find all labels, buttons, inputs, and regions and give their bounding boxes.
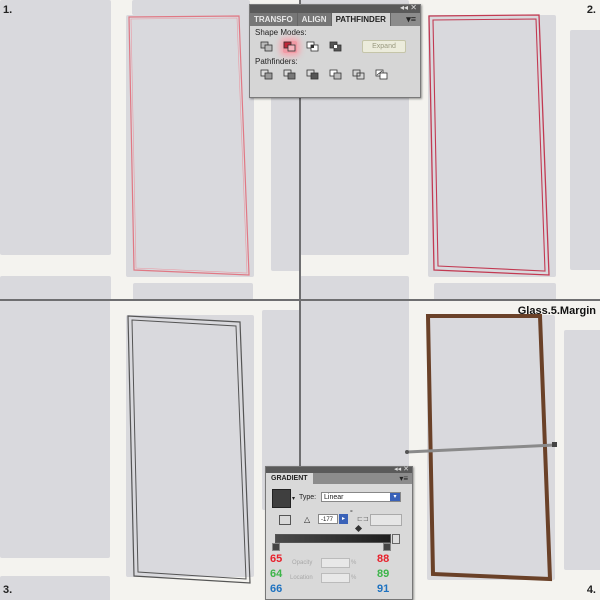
location-label: Location — [290, 575, 313, 581]
minus-front-button[interactable] — [283, 40, 297, 53]
type-value: Linear — [324, 494, 344, 501]
horizontal-divider — [0, 299, 600, 301]
selection-outline — [128, 15, 250, 276]
minus-front-icon — [283, 41, 296, 51]
minus-back-icon — [375, 69, 388, 80]
aspect-ratio-icon: ⊏⊐ — [357, 516, 369, 523]
crop-icon — [329, 69, 342, 80]
shape-modes-row: Expand — [260, 40, 415, 53]
outline-icon — [352, 69, 365, 80]
degree-symbol: ° — [350, 510, 353, 517]
aspect-ratio-input[interactable] — [370, 514, 402, 526]
step-3-outline — [127, 315, 251, 584]
inner-path — [131, 319, 247, 580]
type-label: Type: — [299, 494, 317, 501]
right-stop-r: 88 — [377, 553, 390, 565]
tutorial-canvas: 1. 2. 3. 4. Glass.5.Margin ◂◂ ✕ TRANSFO … — [0, 0, 600, 600]
gradient-panel: ◂◂ ✕ GRADIENT ▾≡ ▾ Type: Linear ▾ △ -177… — [265, 466, 413, 600]
pathfinders-label: Pathfinders: — [255, 57, 298, 66]
location-input[interactable] — [321, 573, 350, 583]
gradient-stop-left[interactable] — [272, 543, 280, 551]
location-percent: % — [351, 575, 357, 581]
gradient-end-handle[interactable] — [552, 442, 557, 447]
angle-icon: △ — [304, 515, 311, 524]
type-select[interactable]: Linear ▾ — [321, 492, 401, 502]
step-number: 1. — [3, 4, 13, 16]
step-3-panel: 3. — [0, 300, 300, 600]
angle-input[interactable]: -177 — [318, 514, 338, 524]
tab-gradient[interactable]: GRADIENT — [266, 473, 313, 484]
opacity-input[interactable] — [321, 558, 350, 568]
outline-button[interactable] — [352, 69, 366, 81]
angle-dropdown-icon[interactable]: ▸ — [339, 514, 348, 524]
trim-icon — [283, 69, 296, 80]
left-stop-g: 64 — [270, 568, 283, 580]
collapse-close-icon[interactable]: ◂◂ ✕ — [400, 3, 417, 12]
gradient-slider[interactable] — [275, 534, 391, 543]
crop-button[interactable] — [329, 69, 343, 81]
exclude-button[interactable] — [329, 41, 343, 53]
collapse-close-icon[interactable]: ◂◂ ✕ — [394, 465, 409, 473]
divide-icon — [260, 69, 273, 80]
right-stop-g: 89 — [377, 568, 390, 580]
outer-path — [127, 315, 251, 584]
unite-icon — [260, 41, 273, 51]
panel-menu-icon[interactable]: ▾≡ — [402, 13, 420, 26]
tab-pathfinder[interactable]: PATHFINDER — [331, 13, 391, 26]
minus-back-button[interactable] — [375, 69, 389, 81]
intersect-button[interactable] — [306, 41, 320, 53]
intersect-icon — [306, 41, 319, 51]
merge-icon — [306, 69, 319, 80]
panel-titlebar[interactable]: ◂◂ ✕ — [266, 465, 412, 473]
tab-transform[interactable]: TRANSFO — [250, 13, 298, 26]
pathfinder-body: Shape Modes: Expand Pathfinders: — [250, 26, 420, 87]
opacity-label: Opacity — [292, 560, 313, 566]
outer-path — [428, 14, 550, 276]
swatch-dropdown-icon[interactable]: ▾ — [292, 495, 295, 502]
chevron-down-icon[interactable]: ▾ — [390, 493, 400, 501]
left-stop-r: 65 — [270, 553, 283, 565]
caption: Glass.5.Margin — [517, 305, 596, 317]
trim-button[interactable] — [283, 69, 297, 81]
gradient-stop-right[interactable] — [383, 543, 391, 551]
merge-button[interactable] — [306, 69, 320, 81]
midpoint-diamond[interactable] — [354, 524, 363, 533]
step-number: 4. — [586, 584, 596, 596]
exclude-icon — [329, 41, 342, 51]
expand-button[interactable]: Expand — [362, 40, 406, 53]
opacity-percent: % — [351, 560, 357, 566]
shape-modes-label: Shape Modes: — [255, 28, 307, 37]
unite-button[interactable] — [260, 41, 274, 53]
right-stop-b: 91 — [377, 583, 390, 595]
gradient-swatch[interactable] — [272, 489, 291, 508]
step-number: 2. — [586, 4, 596, 16]
divide-button[interactable] — [260, 69, 274, 81]
panel-tabs: GRADIENT ▾≡ — [266, 473, 412, 484]
delete-stop-icon[interactable] — [392, 534, 400, 544]
left-stop-b: 66 — [270, 583, 283, 595]
reverse-gradient-icon[interactable] — [279, 515, 291, 525]
step-number: 3. — [3, 584, 13, 596]
panel-titlebar[interactable]: ◂◂ ✕ — [250, 3, 420, 13]
inner-path — [432, 18, 546, 272]
gradient-start-handle[interactable] — [405, 450, 409, 454]
panel-tabs: TRANSFO ALIGN PATHFINDER ▾≡ — [250, 13, 420, 26]
selection-outline-inner — [130, 17, 248, 274]
pathfinders-row — [260, 69, 415, 81]
tab-align[interactable]: ALIGN — [297, 13, 332, 26]
panel-menu-icon[interactable]: ▾≡ — [399, 474, 408, 483]
pathfinder-panel: ◂◂ ✕ TRANSFO ALIGN PATHFINDER ▾≡ Shape M… — [249, 3, 421, 98]
